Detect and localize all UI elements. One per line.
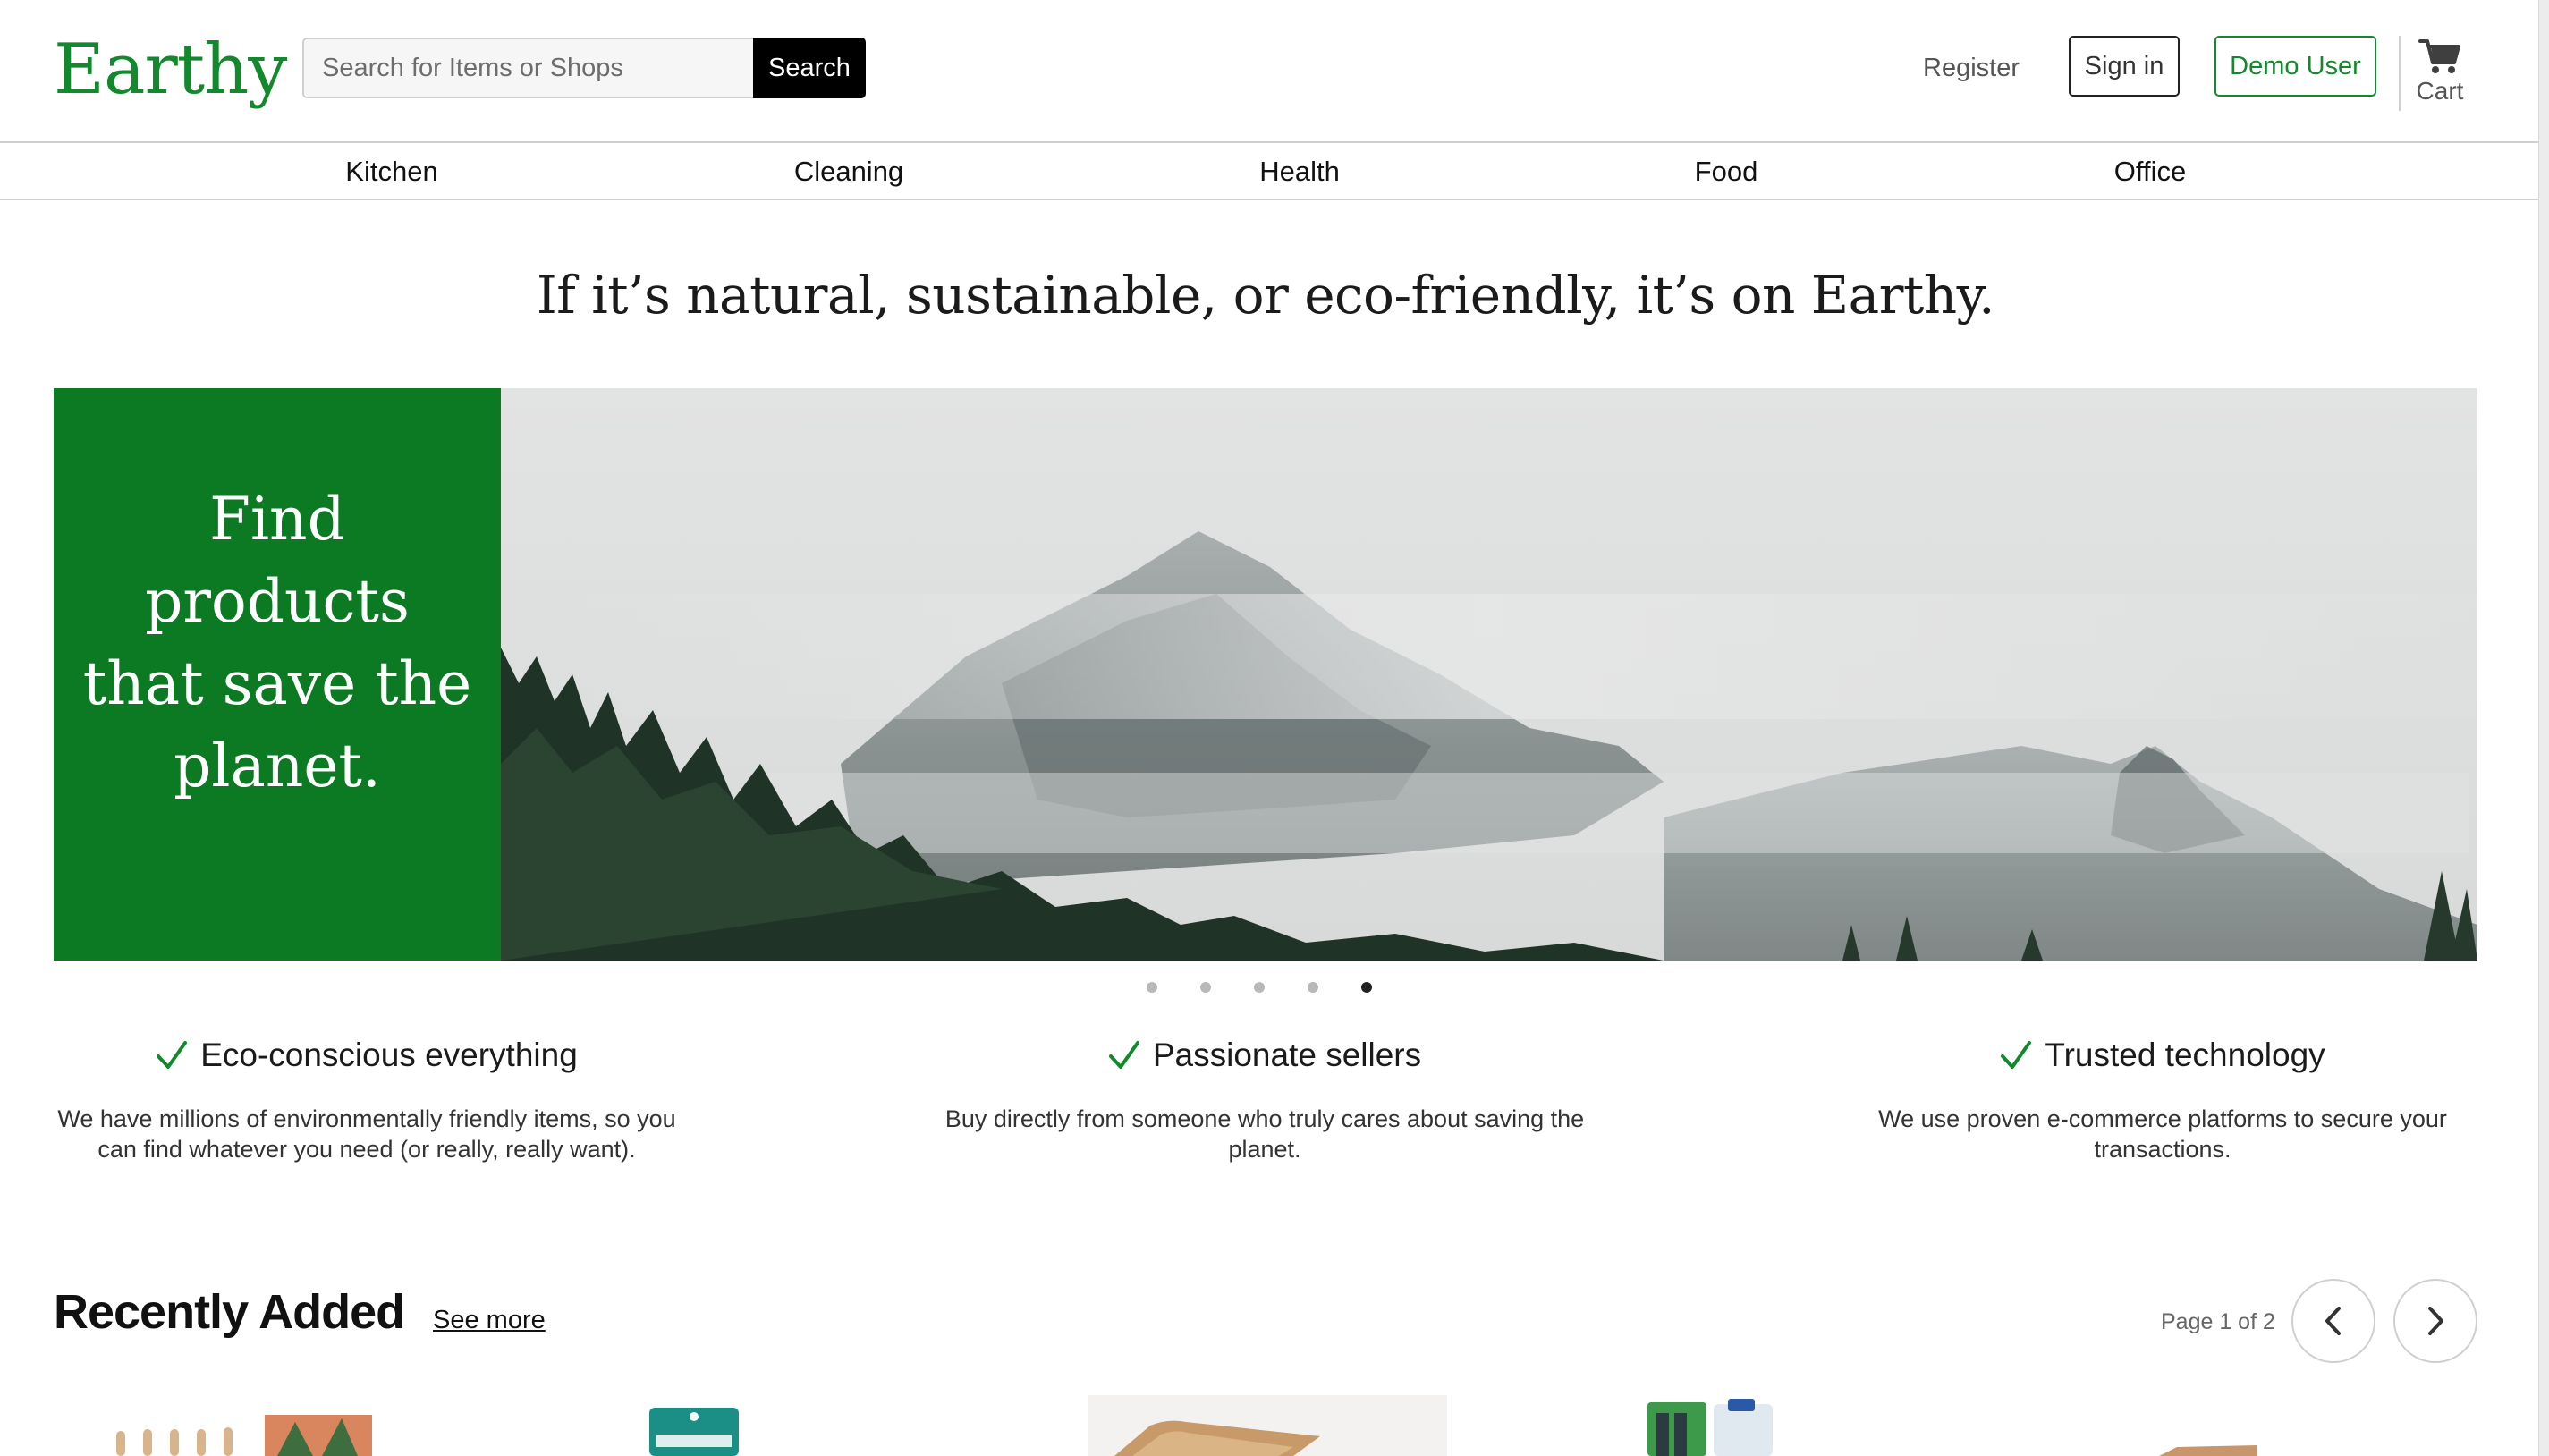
product-image-towel-package	[649, 1408, 739, 1456]
nav-item-cleaning[interactable]: Cleaning	[794, 154, 903, 190]
feature-sellers: Passionate sellers Buy directly from som…	[943, 1029, 1587, 1164]
product-image-bamboo-brushes	[107, 1395, 394, 1456]
tagline: If it’s natural, sustainable, or eco-fri…	[536, 265, 1995, 326]
feature-title: Passionate sellers	[1152, 1037, 1422, 1073]
cart-button[interactable]: Cart	[2406, 38, 2474, 106]
carousel-dot-active[interactable]	[1361, 982, 1372, 993]
product-thumbnail[interactable]	[107, 1395, 394, 1456]
cart-icon	[2418, 39, 2460, 73]
feature-eco: Eco-conscious everything We have million…	[45, 1029, 689, 1164]
register-link[interactable]: Register	[1923, 50, 2020, 86]
recently-added-title: Recently Added	[54, 1285, 405, 1339]
nav-item-kitchen[interactable]: Kitchen	[345, 154, 437, 190]
carousel-dot[interactable]	[1147, 982, 1157, 993]
nav-item-health[interactable]: Health	[1259, 154, 1340, 190]
feature-description: We use proven e-commerce platforms to se…	[1878, 1105, 2447, 1163]
chevron-right-icon	[2428, 1307, 2443, 1335]
hero-image-misty-mountains	[501, 388, 2477, 961]
feature-title: Trusted technology	[2045, 1037, 2325, 1073]
next-page-button[interactable]	[2393, 1279, 2477, 1363]
product-thumbnail[interactable]	[1088, 1395, 1447, 1456]
feature-technology: Trusted technology We use proven e-comme…	[1841, 1029, 2485, 1164]
chevron-left-icon	[2325, 1307, 2341, 1335]
search-input[interactable]	[302, 38, 754, 98]
carousel-dot[interactable]	[1200, 982, 1211, 993]
category-nav: Kitchen Cleaning Health Food Office	[0, 143, 2540, 200]
logo[interactable]: Earthy	[54, 25, 287, 114]
demo-user-button[interactable]: Demo User	[2214, 36, 2376, 97]
hero-carousel[interactable]: Find products that save the planet.	[54, 388, 2477, 961]
feature-description: We have millions of environmentally frie…	[57, 1105, 676, 1163]
check-icon	[157, 1041, 188, 1069]
check-icon	[2001, 1041, 2032, 1069]
previous-page-button[interactable]	[2291, 1279, 2375, 1363]
search-button[interactable]: Search	[753, 38, 866, 98]
product-image-wooden-tray	[1088, 1395, 1447, 1456]
page-indicator: Page 1 of 2	[2161, 1309, 2275, 1334]
feature-description: Buy directly from someone who truly care…	[944, 1105, 1585, 1163]
hero-heading: Find products that save the planet.	[82, 485, 472, 800]
page-scrollbar[interactable]	[2538, 0, 2549, 1456]
product-image-cleaning-refills	[1647, 1399, 1773, 1456]
site-header: Earthy Search Register Sign in Demo User…	[0, 0, 2549, 143]
product-image-kraft-item	[2159, 1445, 2257, 1456]
nav-item-food[interactable]: Food	[1695, 154, 1758, 190]
cart-label: Cart	[2416, 77, 2464, 105]
sign-in-button[interactable]: Sign in	[2069, 36, 2180, 97]
product-thumbnail[interactable]	[644, 1395, 742, 1456]
nav-item-office[interactable]: Office	[2114, 154, 2186, 190]
product-thumbnail[interactable]	[1642, 1395, 1785, 1456]
hero-text-panel: Find products that save the planet.	[54, 388, 501, 961]
carousel-dot[interactable]	[1254, 982, 1265, 993]
feature-title: Eco-conscious everything	[200, 1037, 578, 1073]
header-divider	[2399, 36, 2401, 111]
see-more-link[interactable]: See more	[433, 1302, 546, 1338]
carousel-dot[interactable]	[1308, 982, 1318, 993]
check-icon	[1108, 1041, 1139, 1069]
product-thumbnail[interactable]	[2150, 1395, 2266, 1456]
